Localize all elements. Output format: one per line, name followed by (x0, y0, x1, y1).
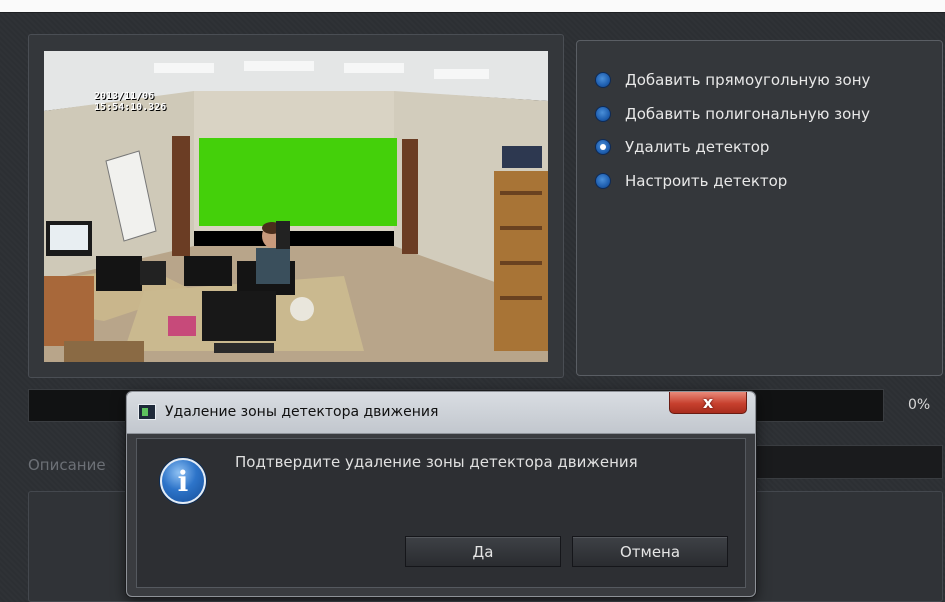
option-delete-detector[interactable]: Удалить детектор (595, 138, 769, 156)
radio-configure-detector[interactable] (595, 173, 611, 189)
radio-delete-detector[interactable] (595, 139, 611, 155)
dialog-close-button[interactable]: x (669, 392, 747, 414)
option-configure-detector[interactable]: Настроить детектор (595, 172, 787, 190)
option-label: Добавить прямоугольную зону (625, 71, 871, 89)
description-input[interactable] (750, 445, 943, 479)
option-add-rectangle-zone[interactable]: Добавить прямоугольную зону (595, 71, 870, 89)
progress-percent: 0% (908, 397, 931, 413)
cancel-button[interactable]: Отмена (572, 536, 728, 567)
option-label: Настроить детектор (625, 172, 788, 190)
radio-add-polygon-zone[interactable] (595, 106, 611, 122)
app-window-icon (138, 404, 156, 420)
close-icon: x (702, 393, 714, 412)
video-timestamp-date: 2013/11/06 (94, 91, 155, 102)
confirm-delete-dialog: Удаление зоны детектора движения x i Под… (126, 391, 756, 597)
video-timestamp: 2013/11/06 15:54:10.326 (94, 91, 166, 113)
dialog-titlebar[interactable]: Удаление зоны детектора движения x (127, 392, 755, 434)
description-label: Описание (28, 456, 106, 474)
top-strip (0, 0, 945, 12)
option-label: Удалить детектор (625, 138, 770, 156)
camera-preview[interactable]: 2013/11/06 15:54:10.326 (44, 51, 548, 362)
radio-add-rectangle-zone[interactable] (595, 72, 611, 88)
option-add-polygon-zone[interactable]: Добавить полигональную зону (595, 105, 870, 123)
dialog-message: Подтвердите удаление зоны детектора движ… (235, 453, 638, 471)
info-icon: i (160, 458, 206, 504)
yes-button[interactable]: Да (405, 536, 561, 567)
options-panel: Добавить прямоугольную зону Добавить пол… (576, 40, 943, 376)
option-label: Добавить полигональную зону (625, 105, 870, 123)
dialog-title: Удаление зоны детектора движения (165, 404, 439, 420)
dialog-body: i Подтвердите удаление зоны детектора дв… (136, 438, 746, 588)
video-timestamp-time: 15:54:10.326 (94, 102, 167, 113)
